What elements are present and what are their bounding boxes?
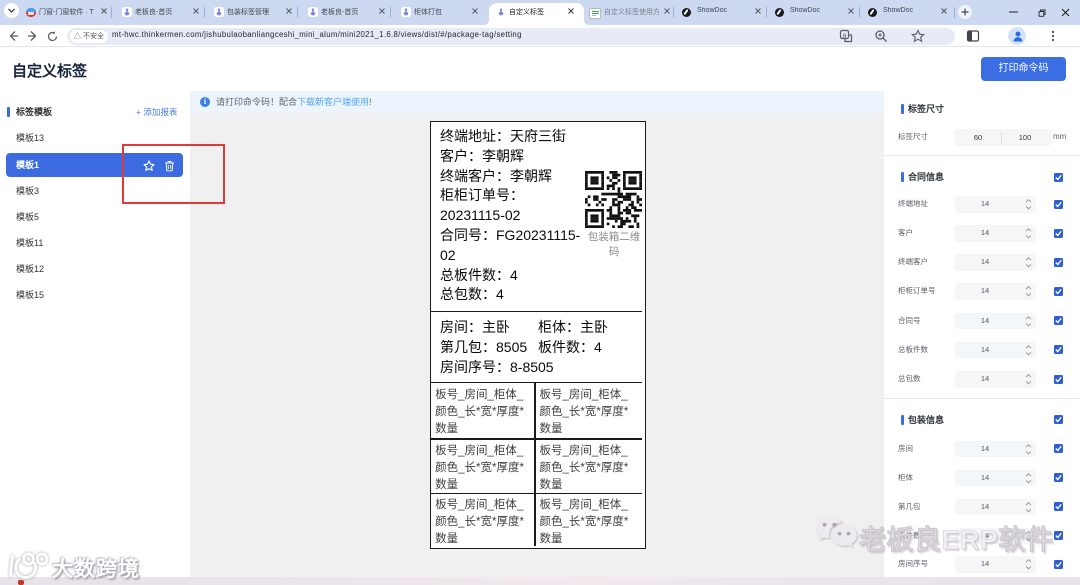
svg-text:a: a <box>843 32 847 39</box>
